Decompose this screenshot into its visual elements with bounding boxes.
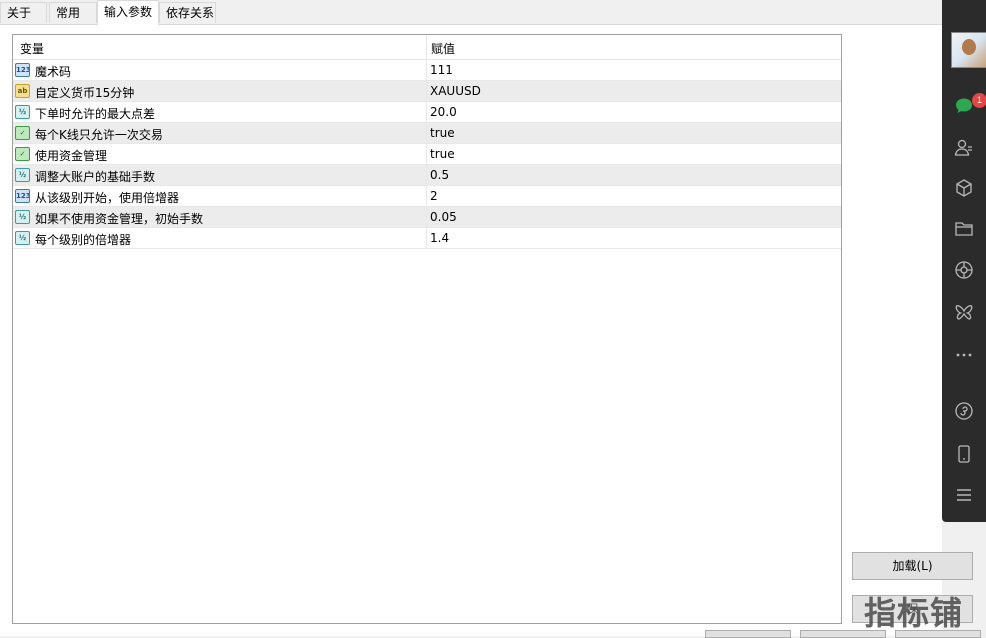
phone-icon[interactable] — [954, 444, 974, 464]
double-icon: ½ — [15, 231, 30, 245]
table-row[interactable]: ½ 如果不使用资金管理，初始手数 0.05 — [13, 207, 841, 228]
parameter-name: 魔术码 — [35, 65, 72, 79]
int-icon: 123 — [15, 189, 30, 203]
column-divider — [426, 207, 427, 227]
parameter-value[interactable]: true — [430, 147, 455, 161]
mini-program-icon[interactable] — [954, 401, 974, 421]
string-icon: ab — [15, 84, 30, 98]
parameter-name: 每个K线只允许一次交易 — [35, 128, 163, 142]
column-divider[interactable] — [426, 35, 427, 59]
tab-label: 常用 — [56, 6, 81, 20]
parameter-value[interactable]: 0.5 — [430, 168, 449, 182]
double-icon: ½ — [15, 168, 30, 182]
double-icon: ½ — [15, 105, 30, 119]
table-row[interactable]: 123 魔术码 111 — [13, 60, 841, 81]
tab-label: 关于 — [7, 6, 32, 20]
tab-inputs[interactable]: 输入参数 — [97, 0, 159, 25]
more-icon[interactable] — [954, 345, 974, 365]
table-header: 变量 赋值 — [13, 35, 841, 60]
column-divider — [426, 60, 427, 80]
butterfly-icon[interactable] — [954, 303, 974, 323]
folder-icon[interactable] — [954, 219, 974, 239]
double-icon: ½ — [15, 210, 30, 224]
watermark-logo: 指标铺 — [864, 594, 964, 632]
chat-icon[interactable] — [954, 96, 974, 116]
parameter-name: 调整大账户的基础手数 — [35, 170, 156, 184]
tab-label: 依存关系 — [166, 6, 215, 20]
column-divider — [426, 144, 427, 164]
parameter-name: 每个级别的倍增器 — [35, 233, 132, 247]
parameter-value[interactable]: true — [430, 126, 455, 140]
tab-common[interactable]: 常用 — [49, 2, 97, 23]
unread-badge: 1 — [972, 93, 986, 108]
ok-button[interactable] — [705, 630, 791, 638]
table-row[interactable]: ab 自定义货币15分钟 XAUUSD — [13, 81, 841, 102]
table-row[interactable]: ✓ 每个K线只允许一次交易 true — [13, 123, 841, 144]
load-button[interactable]: 加载(L) — [852, 552, 973, 580]
parameter-value[interactable]: 1.4 — [430, 231, 449, 245]
menu-icon[interactable] — [954, 485, 974, 505]
table-row[interactable]: ½ 调整大账户的基础手数 0.5 — [13, 165, 841, 186]
tab-strip: 关于 常用 输入参数 依存关系 — [0, 0, 942, 25]
parameter-name: 下单时允许的最大点差 — [35, 107, 156, 121]
tab-label: 输入参数 — [104, 5, 153, 19]
column-header-variable[interactable]: 变量 — [20, 40, 44, 57]
table-row[interactable]: ½ 每个级别的倍增器 1.4 — [13, 228, 841, 249]
parameter-value[interactable]: 0.05 — [430, 210, 457, 224]
contacts-icon[interactable] — [954, 138, 974, 158]
parameter-value[interactable]: 20.0 — [430, 105, 457, 119]
inputs-table[interactable]: 变量 赋值 123 魔术码 111 ab 自定义货币15分钟 XAUUSD ½ 下单时允许的最… — [12, 34, 842, 624]
bool-icon: ✓ — [15, 126, 30, 140]
column-divider — [426, 123, 427, 143]
parameter-value[interactable]: 2 — [430, 189, 438, 203]
bool-icon: ✓ — [15, 147, 30, 161]
parameter-value[interactable]: 111 — [430, 63, 453, 77]
tab-dependencies[interactable]: 依存关系 — [159, 2, 216, 23]
parameter-value[interactable]: XAUUSD — [430, 84, 481, 98]
parameter-name: 如果不使用资金管理，初始手数 — [35, 212, 204, 226]
cube-icon[interactable] — [954, 178, 974, 198]
avatar[interactable] — [951, 32, 986, 68]
parameter-name: 使用资金管理 — [35, 149, 108, 163]
column-divider — [426, 81, 427, 101]
column-divider — [426, 228, 427, 248]
table-row[interactable]: ✓ 使用资金管理 true — [13, 144, 841, 165]
parameter-name: 自定义货币15分钟 — [35, 86, 135, 100]
parameter-name: 从该级别开始，使用倍增器 — [35, 191, 180, 205]
int-icon: 123 — [15, 63, 30, 77]
column-divider — [426, 102, 427, 122]
aperture-icon[interactable] — [954, 260, 974, 280]
column-header-value[interactable]: 赋值 — [431, 40, 455, 57]
column-divider — [426, 186, 427, 206]
column-divider — [426, 165, 427, 185]
right-sidebar: 1 — [942, 0, 986, 522]
table-row[interactable]: 123 从该级别开始，使用倍增器 2 — [13, 186, 841, 207]
table-row[interactable]: ½ 下单时允许的最大点差 20.0 — [13, 102, 841, 123]
tab-about[interactable]: 关于 — [0, 2, 47, 23]
